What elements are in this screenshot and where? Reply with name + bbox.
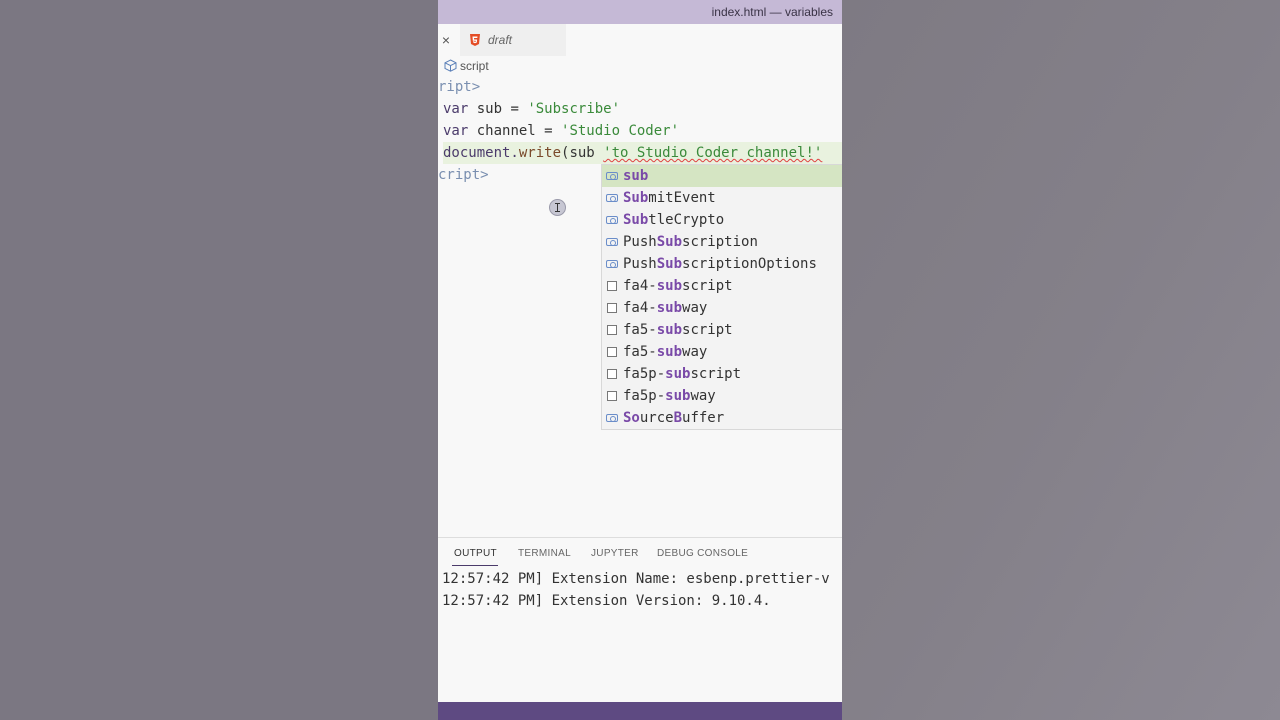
suggestion-item[interactable]: PushSubscription (602, 231, 842, 253)
tab-draft[interactable]: draft (460, 24, 566, 56)
code-line-1: ript> (438, 79, 481, 95)
keyword-var: var (443, 123, 469, 139)
variable-symbol-icon (606, 172, 618, 180)
text-symbol-icon (607, 369, 617, 379)
suggestion-item[interactable]: SourceBufferSourceBuffer (602, 407, 842, 429)
suggestion-label-part: uffer (682, 410, 725, 426)
suggestion-rest: scription (682, 234, 758, 250)
status-bar (438, 702, 842, 720)
suggestion-item[interactable]: fa5p-subscript (602, 363, 842, 385)
suggestion-item[interactable]: SubtleCrypto (602, 209, 842, 231)
suggestion-match: sub (623, 168, 649, 184)
window-title: index.html — variables (711, 5, 833, 19)
output-line: 12:57:42 PM] Extension Name: esbenp.pret… (442, 571, 830, 587)
cube-icon (444, 59, 457, 72)
suggestion-match: Sub (656, 234, 683, 250)
string-literal: 'to Studio Coder channel!' (603, 145, 823, 161)
string-literal: 'Subscribe' (527, 101, 621, 117)
keyword-var: var (443, 101, 469, 117)
suggestion-prefix: fa5p- (623, 366, 666, 382)
suggestion-rest: script (682, 278, 733, 294)
function-name: write (518, 145, 562, 161)
editor-window: index.html — variables × draft script ri… (438, 0, 842, 720)
suggestion-match: Sub (623, 190, 649, 206)
code-line-2: var sub = 'Subscribe' (443, 98, 620, 120)
string-literal: 'Studio Coder' (561, 123, 680, 139)
suggestion-prefix: fa4- (623, 300, 657, 316)
variable-symbol-icon (606, 194, 618, 202)
suggestion-prefix: fa5- (623, 344, 657, 360)
text-cursor-icon (549, 199, 566, 216)
breadcrumb[interactable]: script (438, 56, 842, 76)
variable-symbol-icon (606, 260, 618, 268)
suggestion-item[interactable]: fa5-subscript (602, 319, 842, 341)
code-object: document. (443, 145, 519, 161)
variable-symbol-icon (606, 216, 618, 224)
suggestion-match: sub (656, 322, 683, 338)
output-line: 12:57:42 PM] Extension Version: 9.10.4. (442, 593, 771, 609)
code-line-3: var channel = 'Studio Coder' (443, 120, 679, 142)
suggestion-match: sub (665, 366, 691, 382)
code-text: channel = (468, 123, 562, 139)
suggestion-label-part: B (673, 410, 683, 426)
suggestion-match: sub (656, 300, 683, 316)
text-symbol-icon (607, 347, 617, 357)
tab-jupyter[interactable]: JUPYTER (591, 548, 639, 559)
suggestion-item[interactable]: fa4-subscript (602, 275, 842, 297)
suggestion-prefix: fa5p- (623, 388, 666, 404)
bottom-panel: OUTPUT TERMINAL JUPYTER DEBUG CONSOLE 12… (438, 537, 842, 702)
active-tab-indicator (452, 565, 498, 566)
suggestion-item[interactable]: fa5p-subway (602, 385, 842, 407)
tab-debug-console[interactable]: DEBUG CONSOLE (657, 548, 748, 559)
suggestion-rest: tleCrypto (648, 212, 725, 228)
text-symbol-icon (607, 325, 617, 335)
code-line-4: document.write(sub 'to Studio Coder chan… (443, 142, 842, 164)
code-line-5: cript> (438, 167, 489, 183)
suggestion-match: sub (665, 388, 691, 404)
variable-symbol-icon (606, 238, 618, 246)
tab-output[interactable]: OUTPUT (454, 548, 497, 559)
backdrop-left (0, 0, 438, 720)
code-text: sub = (468, 101, 528, 117)
suggestion-item[interactable]: SubmitEvent (602, 187, 842, 209)
suggestion-rest: way (690, 388, 716, 404)
suggestion-item[interactable]: sub (602, 165, 842, 187)
text-symbol-icon (607, 281, 617, 291)
suggestion-label-part: So (623, 410, 640, 426)
text-symbol-icon (607, 391, 617, 401)
close-icon[interactable]: × (438, 24, 454, 56)
suggestion-match: Sub (656, 256, 683, 272)
tab-draft-label: draft (488, 33, 513, 47)
suggestion-label-part: urce (639, 410, 674, 426)
suggestion-match: sub (656, 278, 683, 294)
suggestion-match: sub (656, 344, 683, 360)
suggestion-rest: scriptionOptions (682, 256, 817, 272)
suggestion-item[interactable]: fa4-subway (602, 297, 842, 319)
html5-icon (470, 34, 480, 46)
backdrop-right (842, 0, 1280, 720)
suggestion-prefix: fa5- (623, 322, 657, 338)
suggestion-prefix: fa4- (623, 278, 657, 294)
suggestion-prefix: Push (623, 234, 657, 250)
tab-bar: × draft (438, 24, 842, 56)
suggestion-rest: mitEvent (648, 190, 716, 206)
suggestion-rest: script (690, 366, 742, 382)
suggestion-rest: way (682, 300, 708, 316)
tab-terminal[interactable]: TERMINAL (518, 548, 571, 559)
code-text: (sub (561, 145, 604, 161)
suggestion-rest: way (682, 344, 708, 360)
suggestion-item[interactable]: fa5-subway (602, 341, 842, 363)
suggestion-match: Sub (623, 212, 649, 228)
autocomplete-dropdown[interactable]: sub SubmitEvent SubtleCrypto PushSubscripti… (601, 164, 842, 430)
suggestion-rest: script (682, 322, 733, 338)
text-symbol-icon (607, 303, 617, 313)
title-bar: index.html — variables (438, 0, 842, 24)
suggestion-prefix: Push (623, 256, 657, 272)
breadcrumb-label: script (460, 59, 489, 73)
variable-symbol-icon (606, 414, 618, 422)
suggestion-item[interactable]: PushSubscriptionOptions (602, 253, 842, 275)
